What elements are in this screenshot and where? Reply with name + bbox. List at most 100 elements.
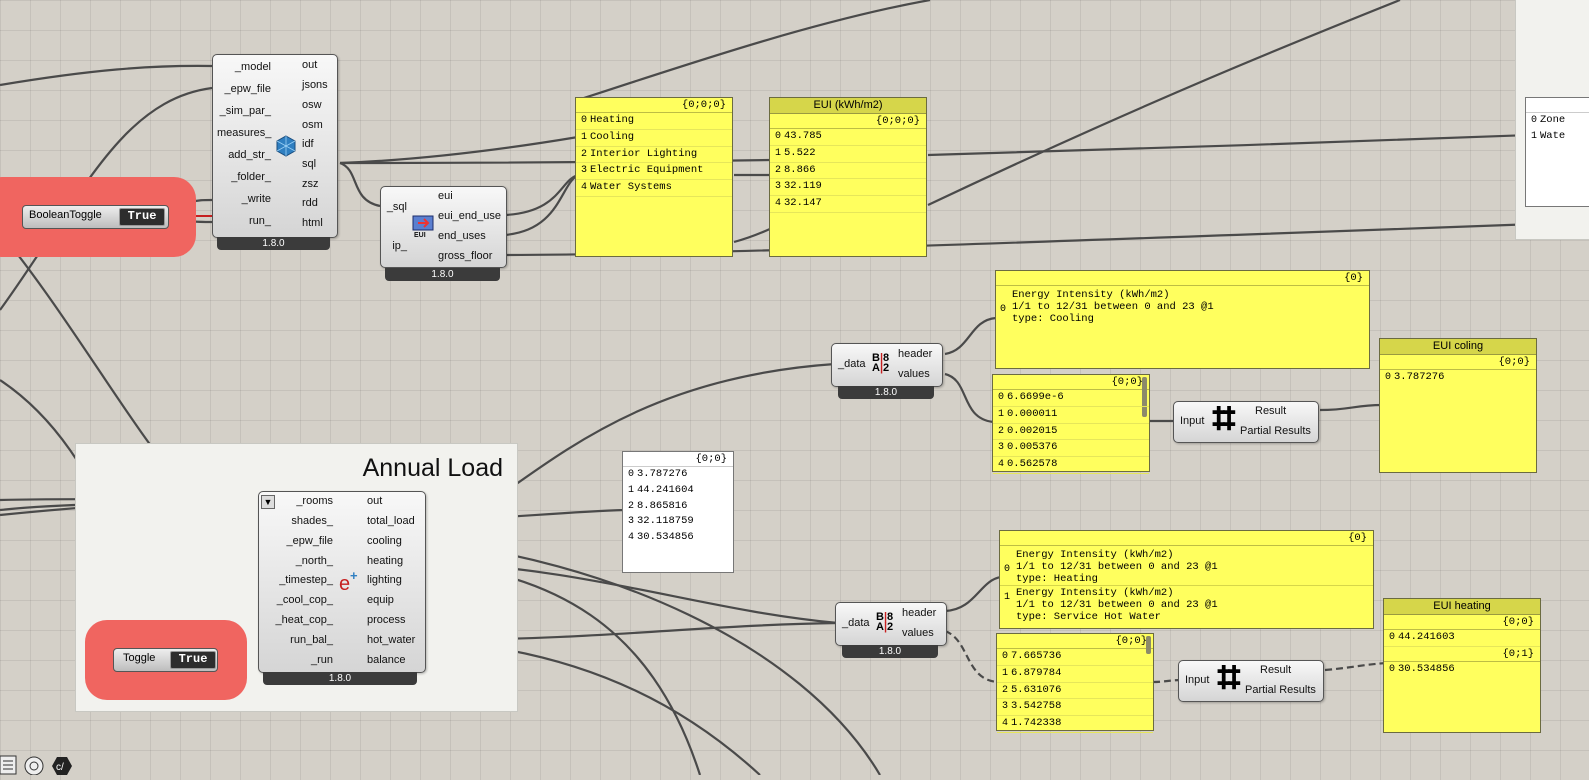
toggle-value[interactable]: True (119, 208, 165, 226)
group-title: Annual Load (362, 454, 503, 482)
input-port[interactable]: _data (842, 616, 870, 630)
output-port[interactable]: lighting (367, 573, 402, 587)
input-port[interactable]: _cool_cop_ (263, 593, 333, 607)
input-port[interactable]: Input (1180, 414, 1204, 428)
deconstruct-data-component[interactable]: _data B|8 A|2 header values (831, 343, 943, 387)
output-port[interactable]: values (902, 626, 934, 640)
toggle-value[interactable]: True (170, 651, 216, 669)
header-line: Energy Intensity (kWh/m2) (1016, 587, 1174, 599)
input-port[interactable]: _write (217, 192, 271, 206)
wire (577, 0, 931, 102)
wire-dashed (1324, 661, 1387, 672)
version-label: 1.8.0 (385, 268, 500, 281)
panel-path (1526, 98, 1589, 113)
wire (1319, 403, 1383, 412)
input-port[interactable]: _sql (383, 200, 407, 214)
input-port[interactable]: _heat_cop_ (263, 613, 334, 627)
input-port[interactable]: run_ (217, 214, 271, 228)
mass-addition-component[interactable]: Input ✚✚ ✚✚ Result Partial Results (1173, 401, 1319, 443)
canvas-widget-icons[interactable]: c/ (0, 752, 90, 776)
input-port[interactable]: _epw_file (217, 82, 271, 96)
output-port[interactable]: end_uses (438, 229, 486, 243)
svg-text:+: + (350, 570, 358, 583)
values-panel-cooling[interactable]: {0;0} 0 6.6699e-6 1 0.000011 2 0.002015 3 0.… (992, 374, 1150, 474)
output-port[interactable]: total_load (367, 514, 415, 528)
input-port[interactable]: shades_ (263, 514, 333, 528)
output-port[interactable]: osm (302, 118, 323, 132)
end-uses-panel[interactable]: {0;0;0} 0 Heating 1 Cooling 2 Interior Ligh… (575, 97, 733, 257)
mass-addition-component[interactable]: Input ✚✚ ✚✚ Result Partial Results (1178, 660, 1324, 702)
input-port[interactable]: run_bal_ (263, 633, 333, 647)
run-simulation-component[interactable]: _model _epw_file _sim_par_ measures_ add… (212, 54, 338, 238)
input-port[interactable]: _sim_par_ (217, 104, 271, 118)
output-port[interactable]: Result (1255, 404, 1286, 418)
eui-panel[interactable]: EUI (kWh/m2) {0;0;0} 0 43.785 1 5.522 2 8.8… (769, 97, 927, 257)
version-label: 1.8.0 (842, 645, 938, 658)
output-port[interactable]: process (367, 613, 406, 627)
output-port[interactable]: header (902, 606, 936, 620)
input-port[interactable]: _north_ (263, 554, 333, 568)
output-port[interactable]: values (898, 367, 930, 381)
toggle[interactable]: Toggle True (113, 648, 218, 672)
list-item: 2 0.002015 (993, 424, 1149, 441)
eui-heating-panel[interactable]: EUI heating {0;0} 0 44.241603 {0;1} 0 30.5… (1383, 598, 1541, 733)
output-port[interactable]: heating (367, 554, 403, 568)
list-item: 0 Zone (1530, 114, 1566, 126)
list-item: 0 3.787276 (1384, 371, 1445, 383)
output-port[interactable]: idf (302, 137, 314, 151)
input-port[interactable]: _folder_ (217, 170, 271, 184)
output-port[interactable]: out (302, 58, 317, 72)
input-port[interactable]: _timestep_ (263, 573, 333, 587)
input-port[interactable]: _data (838, 357, 866, 371)
output-port[interactable]: eui_end_use (438, 209, 501, 223)
input-port[interactable]: Input (1185, 673, 1209, 687)
output-port[interactable]: Partial Results (1240, 424, 1311, 438)
output-port[interactable]: out (367, 494, 382, 508)
panel-path: {0;1} (1384, 647, 1540, 662)
output-port[interactable]: cooling (367, 534, 402, 548)
input-port[interactable]: _run (263, 653, 333, 667)
values-panel-heating[interactable]: {0;0} 0 7.665736 1 6.879784 2 5.631076 3 3.5… (996, 633, 1154, 733)
output-port[interactable]: gross_floor (438, 249, 492, 263)
output-port[interactable]: rdd (302, 196, 318, 210)
list-item: 4 Water Systems (576, 180, 732, 197)
output-port[interactable]: zsz (302, 177, 319, 191)
deconstruct-data-component[interactable]: _data B|8 A|2 header values (835, 602, 947, 646)
input-port[interactable]: measures_ (217, 126, 271, 140)
output-port[interactable]: hot_water (367, 633, 415, 647)
header-line: Energy Intensity (kWh/m2) (1016, 549, 1174, 561)
input-port[interactable]: _model (217, 60, 271, 74)
output-port[interactable]: html (302, 216, 323, 230)
version-label: 1.8.0 (838, 386, 934, 399)
output-port[interactable]: header (898, 347, 932, 361)
annual-load-component[interactable]: ▼ _rooms shades_ _epw_file _north_ _time… (258, 491, 426, 673)
mass-addition-icon: ✚✚ ✚✚ (1217, 664, 1241, 693)
zone-panel[interactable]: 0 Zone 1 Wate (1525, 97, 1589, 207)
wire (944, 575, 1002, 613)
output-port[interactable]: equip (367, 593, 394, 607)
wire (339, 135, 579, 165)
header-panel-heating[interactable]: {0} 0 Energy Intensity (kWh/m2) 1/1 to 1… (999, 530, 1374, 629)
list-item: 4 1.742338 (997, 716, 1153, 733)
output-port[interactable]: jsons (302, 78, 328, 92)
total-load-panel[interactable]: {0;0} 0 3.787276 1 44.241604 2 8.865816 3 32… (622, 451, 734, 573)
input-port[interactable]: _epw_file (263, 534, 333, 548)
input-port[interactable]: _rooms (263, 494, 333, 508)
input-port[interactable]: ip_ (383, 239, 407, 253)
boolean-toggle[interactable]: BooleanToggle True (22, 205, 169, 229)
output-port[interactable]: Partial Results (1245, 683, 1316, 697)
eui-cooling-panel[interactable]: EUI coling {0;0} 0 3.787276 (1379, 338, 1537, 473)
eui-component[interactable]: _sql ip_ EUI eui eui_end_use end_uses gr… (380, 186, 507, 268)
output-port[interactable]: balance (367, 653, 406, 667)
output-port[interactable]: sql (302, 157, 316, 171)
list-item: 1 5.522 (770, 146, 926, 163)
output-port[interactable]: osw (302, 98, 322, 112)
input-port[interactable]: add_str_ (217, 148, 271, 162)
header-panel-cooling[interactable]: {0} 0 Energy Intensity (kWh/m2) 1/1 to 1… (995, 270, 1370, 369)
list-item: 1 0.000011 (993, 407, 1149, 424)
list-item: 2 8.866 (770, 163, 926, 180)
output-port[interactable]: eui (438, 189, 453, 203)
panel-path: {0;0} (1384, 615, 1540, 630)
output-port[interactable]: Result (1260, 663, 1291, 677)
list-item: 4 32.147 (770, 196, 926, 213)
